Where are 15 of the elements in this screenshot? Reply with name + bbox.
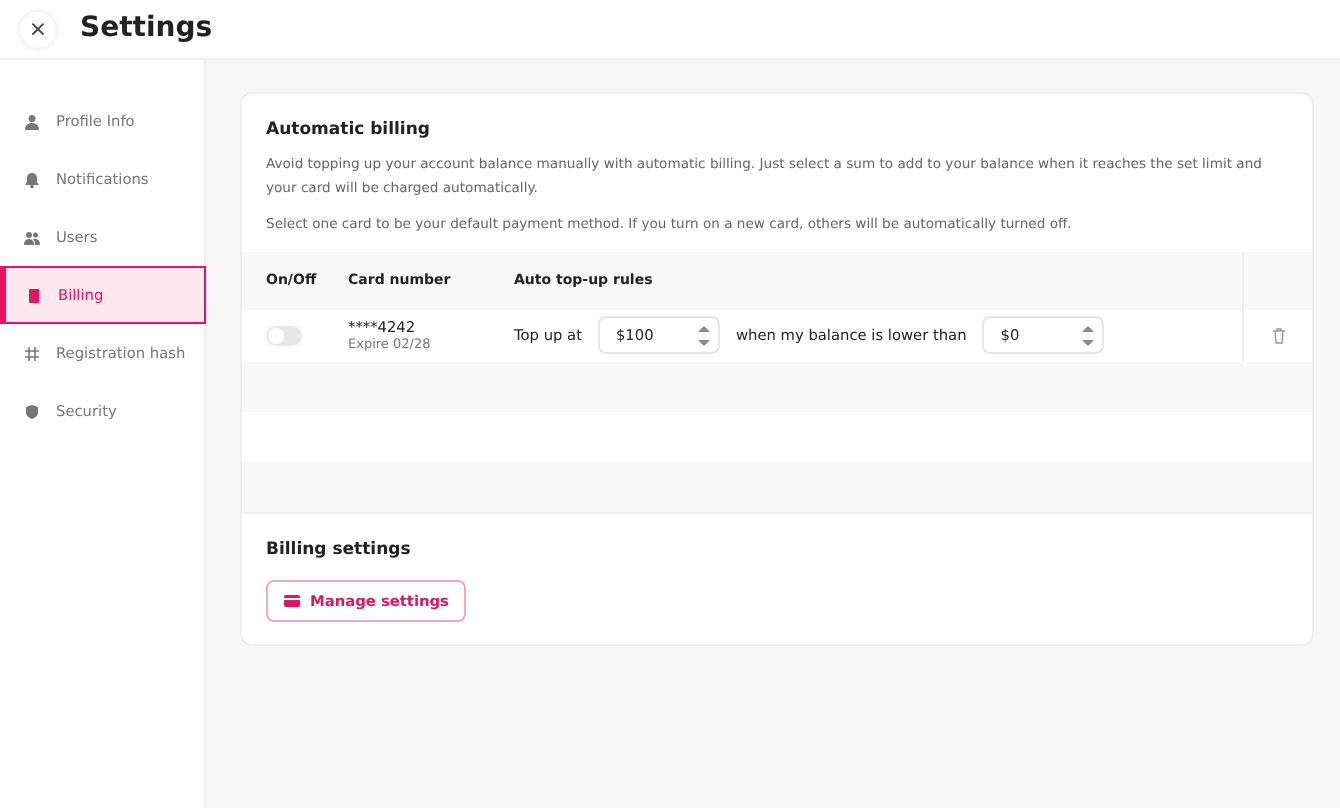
close-button[interactable]: × (20, 11, 56, 47)
users-icon (24, 229, 40, 245)
section-title: Automatic billing (266, 118, 432, 144)
toggle-switch[interactable] (266, 325, 302, 346)
stepper-arrows-icon (1082, 323, 1095, 348)
stepper-arrows-icon (697, 323, 710, 348)
trash-icon[interactable] (1271, 327, 1285, 344)
shield-icon (24, 403, 40, 419)
hash-icon (24, 345, 40, 361)
document-icon (26, 287, 42, 303)
person-icon (24, 113, 40, 129)
card-icon (284, 593, 300, 608)
section-title: Billing settings (266, 537, 413, 563)
page-title: Settings (80, 10, 213, 48)
bell-icon (24, 171, 40, 187)
